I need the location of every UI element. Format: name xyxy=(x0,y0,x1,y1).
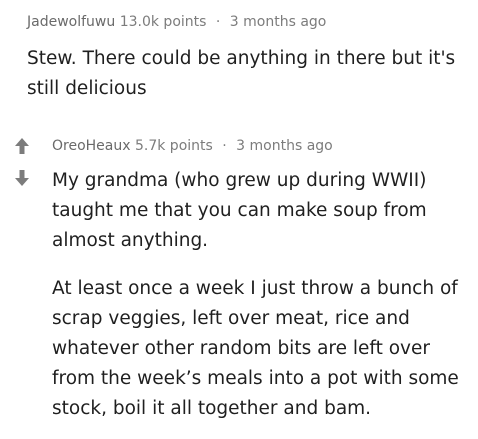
upvote-arrow-icon[interactable] xyxy=(12,136,32,156)
comment-author[interactable]: Jadewolfuwu xyxy=(27,14,115,30)
comment-points: 13.0k points xyxy=(119,14,207,30)
comment-body: Stew. There could be anything in there b… xyxy=(27,44,467,104)
comment-jadewolfuwu: Jadewolfuwu 13.0k points · 3 months ago … xyxy=(27,12,467,104)
meta-separator: · xyxy=(222,138,227,154)
comment-points: 5.7k points xyxy=(134,138,213,154)
comment-meta: OreoHeaux 5.7k points · 3 months ago xyxy=(52,136,470,156)
comment-paragraph: At least once a week I just throw a bunc… xyxy=(52,278,459,419)
comment-author[interactable]: OreoHeaux xyxy=(52,138,131,154)
comment-time: 3 months ago xyxy=(229,14,327,30)
comment-paragraph: Stew. There could be anything in there b… xyxy=(27,48,456,99)
vote-controls xyxy=(8,136,42,424)
comment-meta: Jadewolfuwu 13.0k points · 3 months ago xyxy=(27,12,467,32)
meta-separator: · xyxy=(215,14,221,30)
comment-body: My grandma (who grew up during WWII) tau… xyxy=(52,166,470,424)
comment-paragraph: My grandma (who grew up during WWII) tau… xyxy=(52,170,427,251)
comment-time: 3 months ago xyxy=(236,138,333,154)
downvote-arrow-icon[interactable] xyxy=(12,168,32,188)
comment-oreoheaux: OreoHeaux 5.7k points · 3 months ago My … xyxy=(8,136,470,424)
